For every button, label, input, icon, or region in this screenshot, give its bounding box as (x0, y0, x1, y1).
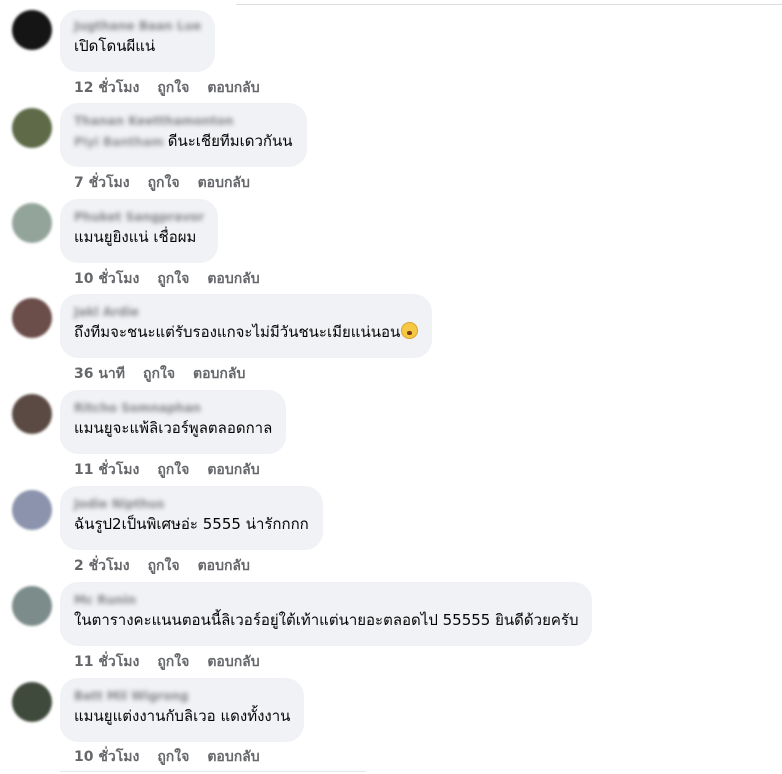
like-button[interactable]: ถูกใจ (148, 175, 180, 191)
comment-author[interactable]: Jodie Nipthus (74, 496, 309, 512)
comment-text: แมนยูแต่งงานกับลิเวอ แดงทั้งงาน (74, 707, 291, 725)
comment-meta: 7 ชั่วโมง ถูกใจ ตอบกลับ (74, 174, 268, 192)
reply-button[interactable]: ตอบกลับ (198, 175, 250, 191)
avatar[interactable] (12, 10, 52, 50)
like-button[interactable]: ถูกใจ (148, 558, 180, 574)
like-button[interactable]: ถูกใจ (157, 749, 189, 765)
comment-time[interactable]: 11 ชั่วโมง (74, 654, 139, 670)
comment-bubble: Jakl Ardie ถึงทีมจะชนะแต่รับรองแกจะไม่มี… (60, 294, 433, 358)
comment-text: เปิดโดนผีแน่ (74, 37, 156, 55)
comment-meta: 10 ชั่วโมง ถูกใจ ตอบกลับ (74, 270, 278, 288)
astonished-face-icon (401, 322, 419, 339)
comment-text: ฉันรูป2เป็นพิเศษอ่ะ 5555 น่ารักกกก (74, 515, 309, 533)
comment-bubble: Ritcho Somnaphan แมนยูจะแพ้ลิเวอร์พูลตลอ… (60, 390, 287, 454)
reply-button[interactable]: ตอบกลับ (207, 271, 259, 287)
comment-bubble: Mc Runin ในตารางคะแนนตอนนี้ลิเวอร์อยู่ใต… (60, 582, 593, 646)
like-button[interactable]: ถูกใจ (157, 80, 189, 96)
comment-author[interactable]: Mc Runin (74, 592, 578, 608)
comment-meta: 2 ชั่วโมง ถูกใจ ตอบกลับ (74, 557, 268, 575)
comment-meta: 11 ชั่วโมง ถูกใจ ตอบกลับ (74, 653, 278, 671)
avatar[interactable] (12, 394, 52, 434)
comment-author[interactable]: Phuket Sangpravor (74, 209, 204, 225)
comment-meta: 10 ชั่วโมง ถูกใจ ตอบกลับ (74, 748, 278, 766)
comment-meta: 12 ชั่วโมง ถูกใจ ตอบกลับ (74, 79, 278, 97)
comment-text: ในตารางคะแนนตอนนี้ลิเวอร์อยู่ใต้เท้าแต่น… (74, 611, 579, 629)
reply-button[interactable]: ตอบกลับ (198, 558, 250, 574)
comment-time[interactable]: 10 ชั่วโมง (74, 271, 139, 287)
comment-time[interactable]: 2 ชั่วโมง (74, 558, 130, 574)
comment-bubble: Jodie Nipthus ฉันรูป2เป็นพิเศษอ่ะ 5555 น… (60, 486, 323, 550)
comment-bubble: Phuket Sangpravor แมนยูยิงแน่ เชื่อผม (60, 199, 219, 263)
comment-author[interactable]: Jakl Ardie (74, 304, 418, 320)
avatar[interactable] (12, 586, 52, 626)
like-button[interactable]: ถูกใจ (157, 654, 189, 670)
like-button[interactable]: ถูกใจ (157, 271, 189, 287)
avatar[interactable] (12, 298, 52, 338)
reply-button[interactable]: ตอบกลับ (193, 366, 245, 382)
reply-button[interactable]: ตอบกลับ (207, 749, 259, 765)
comment-time[interactable]: 11 ชั่วโมง (74, 462, 139, 478)
divider (60, 771, 366, 772)
comment-text: แมนยูยิงแน่ เชื่อผม (74, 228, 197, 246)
comment-bubble: Batt Mil Wigrong แมนยูแต่งงานกับลิเวอ แด… (60, 678, 305, 742)
comment-text-body: ดีนะเชียทีมเดวกันน (167, 132, 293, 150)
like-button[interactable]: ถูกใจ (143, 366, 175, 382)
comment-meta: 36 นาที ถูกใจ ตอบกลับ (74, 365, 263, 383)
comment-author[interactable]: Batt Mil Wigrong (74, 688, 290, 704)
like-button[interactable]: ถูกใจ (157, 462, 189, 478)
comment-meta: 11 ชั่วโมง ถูกใจ ตอบกลับ (74, 461, 278, 479)
avatar[interactable] (12, 203, 52, 243)
reply-button[interactable]: ตอบกลับ (207, 80, 259, 96)
comment-author[interactable]: Thanan Keetthamonton (74, 113, 293, 129)
tagged-user[interactable]: Piyi Bantham (74, 130, 164, 154)
comment-bubble: Thanan Keetthamonton Piyi Bantham ดีนะเชี… (60, 103, 307, 167)
comment-author[interactable]: Ritcho Somnaphan (74, 400, 272, 416)
avatar[interactable] (12, 490, 52, 530)
comment-text: Piyi Bantham ดีนะเชียทีมเดวกันน (74, 129, 293, 154)
comment-time[interactable]: 10 ชั่วโมง (74, 749, 139, 765)
reply-button[interactable]: ตอบกลับ (207, 462, 259, 478)
comment-text-body: ถึงทีมจะชนะแต่รับรองแกจะไม่มีวันชนะเมียแ… (74, 323, 401, 341)
avatar[interactable] (12, 108, 52, 148)
comment-time[interactable]: 7 ชั่วโมง (74, 175, 130, 191)
comment-bubble: Jugthane Baan Lue เปิดโดนผีแน่ (60, 10, 216, 72)
avatar[interactable] (12, 682, 52, 722)
comment-text: ถึงทีมจะชนะแต่รับรองแกจะไม่มีวันชนะเมียแ… (74, 320, 419, 344)
comment-text: แมนยูจะแพ้ลิเวอร์พูลตลอดกาล (74, 419, 273, 437)
comment-author[interactable]: Jugthane Baan Lue (74, 18, 201, 34)
divider (236, 4, 782, 5)
reply-button[interactable]: ตอบกลับ (207, 654, 259, 670)
comment-time[interactable]: 12 ชั่วโมง (74, 80, 139, 96)
comment-time[interactable]: 36 นาที (74, 366, 125, 382)
